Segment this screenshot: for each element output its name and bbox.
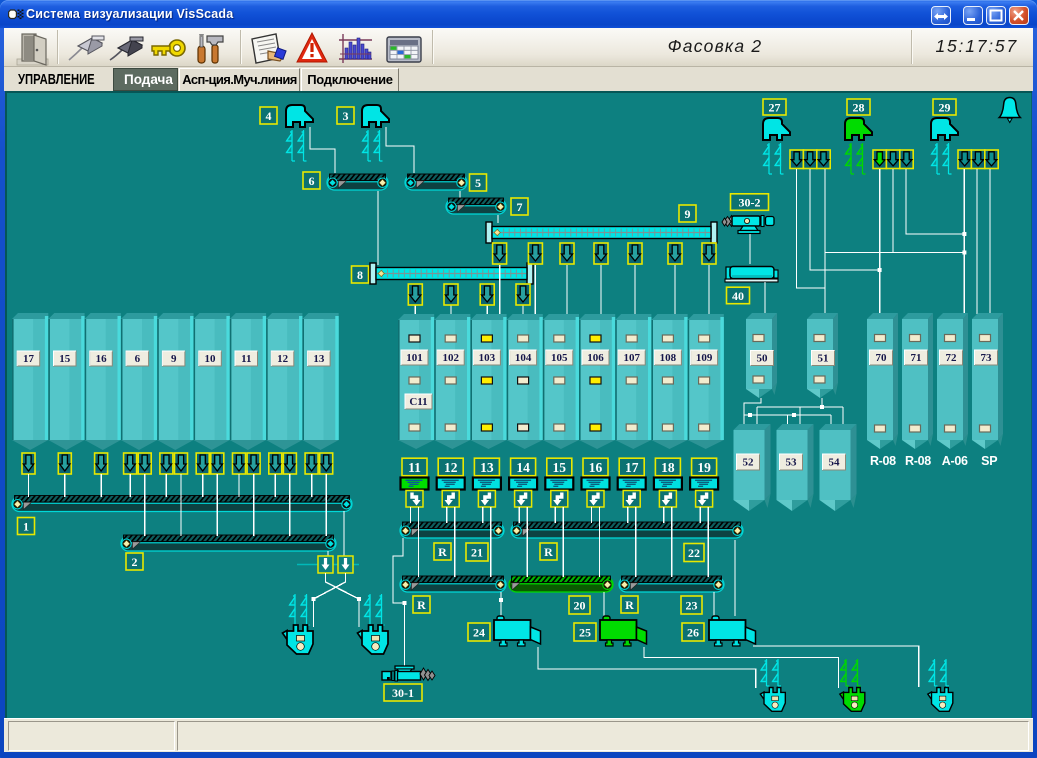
- svg-text:11: 11: [241, 353, 251, 365]
- svg-text:105: 105: [551, 352, 568, 364]
- svg-text:14: 14: [516, 460, 530, 475]
- svg-text:11: 11: [408, 460, 421, 475]
- svg-text:107: 107: [623, 352, 640, 364]
- svg-text:16: 16: [589, 460, 603, 475]
- svg-text:54: 54: [829, 457, 841, 469]
- svg-text:7: 7: [517, 200, 523, 214]
- svg-text:6: 6: [135, 353, 141, 365]
- svg-text:23: 23: [686, 598, 698, 612]
- svg-text:71: 71: [911, 352, 922, 364]
- svg-text:15: 15: [553, 460, 567, 475]
- svg-text:18: 18: [661, 460, 675, 475]
- svg-text:21: 21: [471, 545, 483, 559]
- svg-text:10: 10: [205, 353, 217, 365]
- svg-text:17: 17: [23, 353, 35, 365]
- svg-text:3: 3: [343, 109, 349, 123]
- svg-text:5: 5: [475, 176, 481, 190]
- svg-text:4: 4: [266, 109, 272, 123]
- svg-text:70: 70: [876, 352, 888, 364]
- svg-text:R-08: R-08: [905, 454, 931, 468]
- svg-text:40: 40: [732, 289, 744, 303]
- svg-text:25: 25: [579, 625, 591, 639]
- svg-text:73: 73: [981, 352, 993, 364]
- svg-text:72: 72: [946, 352, 958, 364]
- svg-text:17: 17: [625, 460, 639, 475]
- svg-text:24: 24: [473, 625, 485, 639]
- svg-text:9: 9: [685, 207, 691, 221]
- svg-text:9: 9: [171, 353, 177, 365]
- svg-text:6: 6: [309, 174, 315, 188]
- svg-text:30-2: 30-2: [739, 195, 761, 209]
- svg-text:108: 108: [660, 352, 677, 364]
- svg-text:12: 12: [277, 353, 289, 365]
- svg-text:52: 52: [743, 457, 755, 469]
- svg-text:12: 12: [444, 460, 458, 475]
- svg-text:2: 2: [132, 555, 138, 569]
- svg-text:R: R: [417, 598, 426, 612]
- svg-text:22: 22: [688, 546, 700, 560]
- svg-text:27: 27: [769, 100, 781, 114]
- svg-text:104: 104: [515, 352, 532, 364]
- svg-text:103: 103: [479, 352, 496, 364]
- svg-text:28: 28: [853, 100, 865, 114]
- svg-text:SP: SP: [981, 454, 997, 468]
- svg-text:R-08: R-08: [870, 454, 896, 468]
- svg-text:101: 101: [406, 352, 423, 364]
- svg-text:51: 51: [818, 353, 829, 365]
- svg-text:8: 8: [357, 268, 363, 282]
- svg-text:50: 50: [757, 353, 769, 365]
- svg-text:16: 16: [96, 353, 108, 365]
- svg-text:A-06: A-06: [942, 454, 968, 468]
- svg-text:R: R: [544, 545, 553, 559]
- svg-text:30-1: 30-1: [392, 686, 414, 700]
- svg-text:29: 29: [939, 100, 951, 114]
- svg-text:13: 13: [313, 353, 325, 365]
- svg-text:R: R: [438, 545, 447, 559]
- svg-text:20: 20: [574, 598, 586, 612]
- svg-text:109: 109: [696, 352, 713, 364]
- svg-text:15: 15: [59, 353, 71, 365]
- svg-text:C11: C11: [409, 396, 427, 408]
- svg-text:53: 53: [786, 457, 798, 469]
- svg-text:102: 102: [442, 352, 459, 364]
- svg-text:106: 106: [587, 352, 604, 364]
- svg-text:R: R: [625, 598, 634, 612]
- svg-text:1: 1: [23, 519, 29, 533]
- svg-text:19: 19: [697, 460, 711, 475]
- svg-text:26: 26: [687, 625, 699, 639]
- svg-text:13: 13: [480, 460, 494, 475]
